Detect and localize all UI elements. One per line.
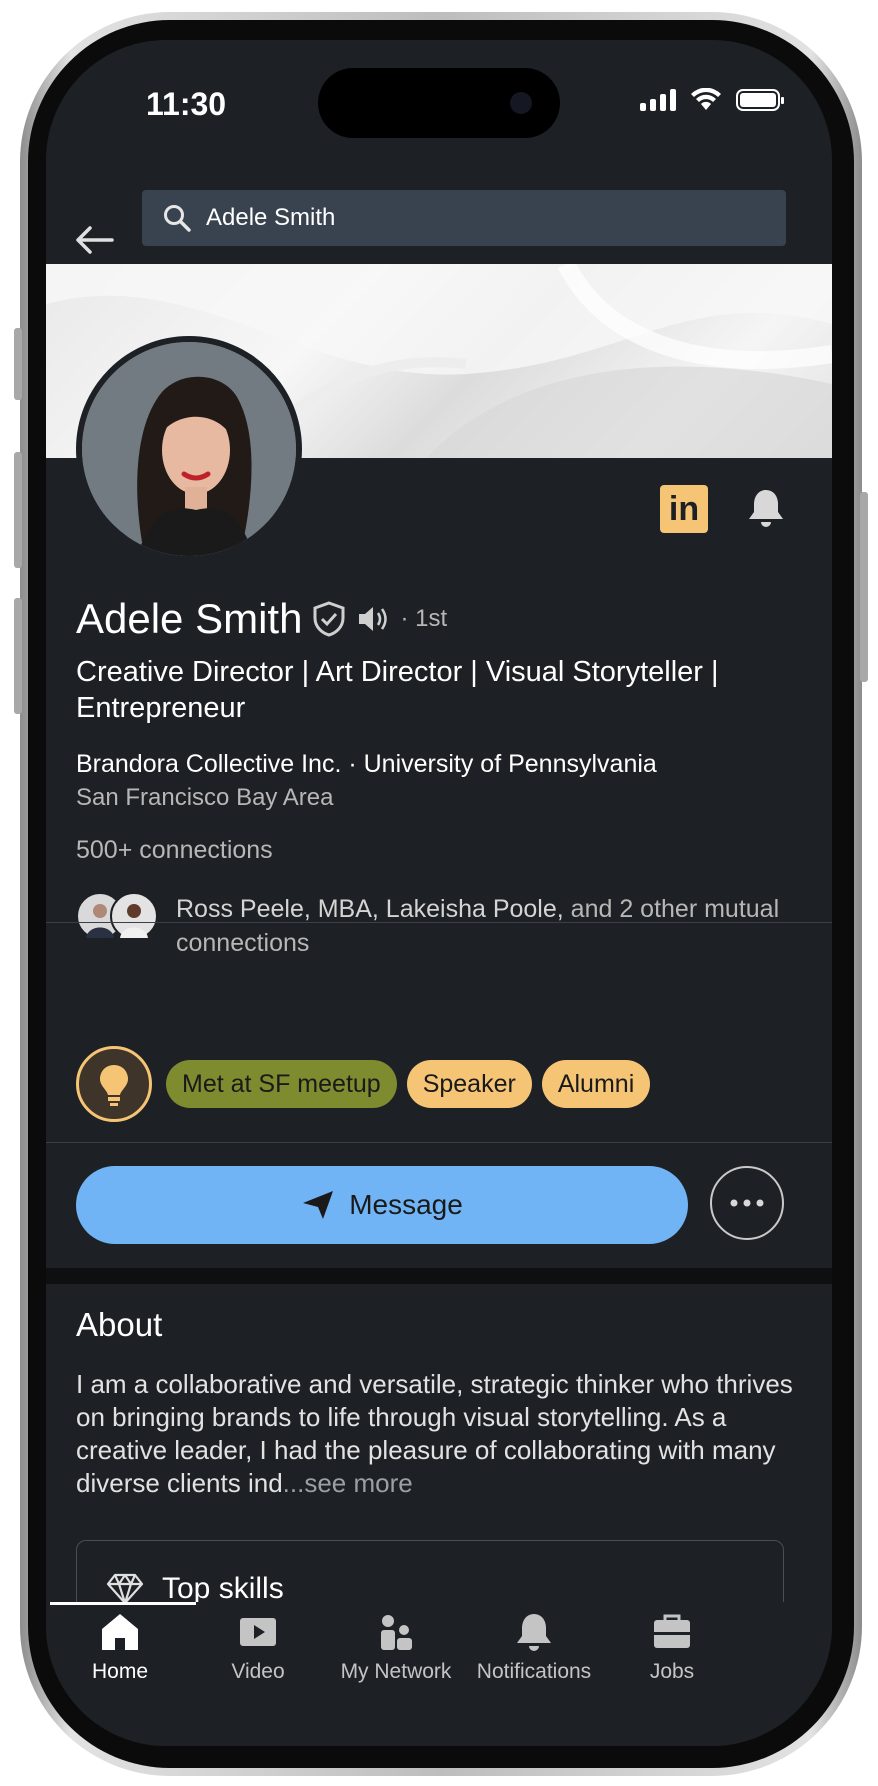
profile-avatar[interactable] [76, 336, 302, 562]
mutual-names: Ross Peele, MBA, Lakeisha Poole, [176, 895, 564, 923]
mutual-connections[interactable]: Ross Peele, MBA, Lakeisha Poole, and 2 o… [176, 892, 806, 960]
message-label: Message [349, 1189, 463, 1220]
tab-home[interactable]: Home [46, 1610, 195, 1684]
send-icon [303, 1191, 334, 1219]
status-icons [640, 88, 784, 112]
linkedin-icon[interactable]: in [660, 485, 708, 533]
tab-label: Home [91, 1660, 149, 1683]
avatar [110, 892, 158, 940]
tag-row: Met at SF meetup Speaker Alumni [76, 1046, 651, 1122]
profile-name: Adele Smith [76, 595, 303, 642]
signal-icon [640, 89, 676, 111]
tag-chip[interactable]: Met at SF meetup [166, 1060, 397, 1108]
ellipsis-icon [730, 1199, 764, 1207]
about-heading: About [76, 1306, 163, 1343]
diamond-icon [106, 1573, 144, 1605]
search-input[interactable]: Adele Smith [206, 204, 335, 232]
search-icon [164, 205, 191, 232]
back-arrow-icon[interactable] [72, 220, 116, 260]
divider [46, 922, 832, 923]
connection-degree: · 1st [400, 605, 448, 632]
see-more-link[interactable]: ...see more [283, 1468, 413, 1498]
bell-icon[interactable] [744, 486, 788, 530]
screen: 11:30 Adele Smith in Adele Smith · 1st C… [46, 40, 832, 1746]
volume-up-button [14, 452, 22, 568]
top-skills-title: Top skills [162, 1572, 284, 1605]
section-gap [46, 1268, 832, 1284]
volume-down-button [14, 598, 22, 714]
top-skills-row: Top skills [106, 1572, 284, 1606]
dynamic-island [318, 68, 560, 138]
battery-icon [736, 89, 784, 111]
active-tab-indicator [50, 1602, 196, 1605]
bell-icon [517, 1614, 551, 1651]
divider [46, 1142, 832, 1143]
wifi-icon [691, 88, 721, 110]
camera-icon [510, 92, 532, 114]
silent-switch [14, 328, 22, 400]
tab-label: Notifications [476, 1660, 592, 1683]
tag-chip[interactable]: Alumni [541, 1060, 651, 1108]
power-button [860, 492, 868, 682]
tab-notifications[interactable]: Notifications [459, 1610, 609, 1684]
tab-jobs[interactable]: Jobs [597, 1610, 747, 1684]
profile-location: San Francisco Bay Area [76, 784, 334, 811]
about-text: I am a collaborative and versatile, stra… [76, 1369, 793, 1498]
company-school[interactable]: Brandora Collective Inc. · University of… [76, 750, 657, 779]
tab-video[interactable]: Video [183, 1610, 333, 1684]
search-bar[interactable]: Adele Smith [142, 190, 786, 246]
message-button[interactable]: Message [76, 1166, 688, 1244]
tab-label: Jobs [649, 1660, 695, 1683]
connections-count[interactable]: 500+ connections [76, 836, 273, 865]
tab-label: Video [231, 1660, 285, 1683]
tag-chip[interactable]: Speaker [406, 1060, 532, 1108]
status-time: 11:30 [146, 86, 227, 122]
home-icon [102, 1614, 138, 1650]
briefcase-icon [654, 1614, 690, 1648]
tab-my-network[interactable]: My Network [321, 1610, 471, 1684]
lightbulb-icon[interactable] [76, 1046, 152, 1122]
tab-label: My Network [340, 1660, 452, 1683]
mutual-avatars[interactable] [76, 892, 158, 940]
speaker-icon[interactable] [356, 604, 390, 634]
verified-shield-icon [313, 601, 345, 637]
more-options-button[interactable] [710, 1166, 784, 1240]
profile-headline: Creative Director | Art Director | Visua… [76, 656, 719, 724]
network-icon [381, 1615, 412, 1650]
name-row: Adele Smith · 1st [76, 595, 447, 643]
video-icon [240, 1618, 276, 1646]
